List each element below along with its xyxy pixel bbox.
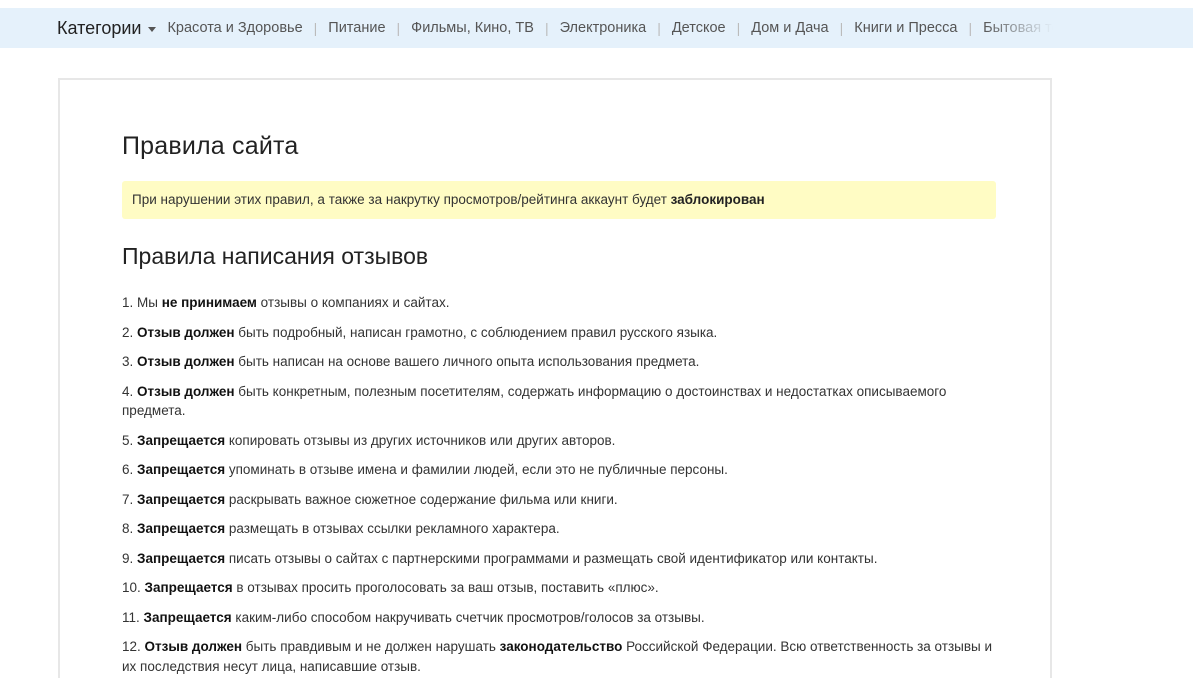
categories-dropdown[interactable]: Категории — [57, 17, 157, 39]
rule-item: 5. Запрещается копировать отзывы из друг… — [122, 432, 616, 448]
content-panel: Правила сайта При нарушении этих правил,… — [58, 78, 1052, 678]
category-link-kids[interactable]: Детское — [671, 20, 727, 36]
warning-banner: При нарушении этих правил, а также за на… — [122, 181, 996, 219]
warning-bold: заблокирован — [670, 192, 765, 207]
section-title: Правила написания отзывов — [122, 243, 429, 269]
rule-item: 9. Запрещается писать отзывы о сайтах с … — [122, 550, 878, 566]
category-link-books[interactable]: Книги и Пресса — [853, 20, 958, 36]
category-link-appliances[interactable]: Бытовая те — [982, 20, 1053, 36]
category-link-home[interactable]: Дом и Дача — [750, 20, 829, 36]
rule-item: 3. Отзыв должен быть написан на основе в… — [122, 354, 700, 369]
category-link-beauty[interactable]: Красота и Здоровье — [166, 20, 303, 36]
rule-item: 8. Запрещается размещать в отзывах ссылк… — [122, 521, 560, 536]
warning-text: При нарушении этих правил, а также за на… — [132, 192, 671, 207]
caret-down-icon — [148, 26, 157, 32]
category-link-movies[interactable]: Фильмы, Кино, ТВ — [410, 20, 535, 36]
separator: | — [968, 20, 973, 36]
separator: | — [396, 20, 401, 36]
rule-item: 10. Запрещается в отзывах просить прогол… — [122, 580, 659, 595]
rules-list: 1. Мы не принимаем отзывы о компаниях и … — [122, 293, 996, 676]
rule-item: 11. Запрещается каким-либо способом накр… — [122, 609, 705, 625]
category-bar: Категории Красота и Здоровье | Питание |… — [0, 8, 1193, 48]
rules-content: Правила сайта При нарушении этих правил,… — [122, 130, 996, 686]
separator: | — [736, 20, 741, 36]
rule-item: 4. Отзыв должен быть конкретным, полезны… — [122, 383, 947, 419]
separator: | — [544, 20, 549, 36]
category-link-food[interactable]: Питание — [327, 20, 386, 36]
separator: | — [839, 20, 844, 36]
rule-item: 12. Отзыв должен быть правдивым и не дол… — [122, 639, 993, 674]
categories-label: Категории — [57, 17, 142, 38]
separator: | — [313, 20, 318, 36]
category-nav: Категории Красота и Здоровье | Питание |… — [57, 8, 1053, 48]
rule-item: 1. Мы не принимаем отзывы о компаниях и … — [122, 295, 450, 310]
category-link-electronics[interactable]: Электроника — [559, 20, 648, 36]
rule-item: 7. Запрещается раскрывать важное сюжетно… — [122, 491, 618, 507]
page-title: Правила сайта — [122, 132, 299, 160]
rule-item: 6. Запрещается упоминать в отзыве имена … — [122, 462, 728, 477]
separator: | — [657, 20, 661, 36]
rule-item: 2. Отзыв должен быть подробный, написан … — [122, 324, 718, 340]
